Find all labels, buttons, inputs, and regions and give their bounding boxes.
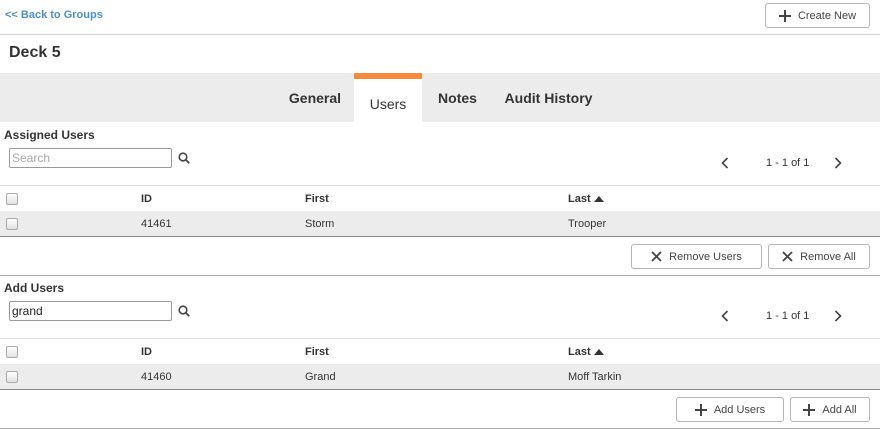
table-row[interactable]: 41460 Grand Moff Tarkin bbox=[0, 364, 880, 390]
add-all-button[interactable]: Add All bbox=[790, 397, 870, 422]
assigned-users-pager-text: 1 - 1 of 1 bbox=[766, 157, 810, 169]
assigned-users-table-header: ID First Last bbox=[0, 185, 880, 211]
row-checkbox[interactable] bbox=[6, 371, 18, 383]
tab-general-label: General bbox=[288, 89, 342, 106]
remove-all-label: Remove All bbox=[800, 250, 856, 263]
chevron-right-icon[interactable] bbox=[834, 310, 842, 322]
assigned-users-search-input[interactable] bbox=[9, 148, 172, 168]
sort-ascending-icon bbox=[593, 349, 604, 355]
column-header-last[interactable]: Last bbox=[568, 186, 604, 212]
column-header-last-label: Last bbox=[568, 193, 591, 205]
cell-last: Trooper bbox=[568, 218, 607, 230]
tab-users-label: Users bbox=[369, 95, 407, 112]
create-new-label: Create New bbox=[797, 9, 857, 22]
assigned-users-title: Assigned Users bbox=[4, 128, 95, 142]
back-to-groups-link[interactable]: << Back to Groups bbox=[5, 9, 103, 21]
sort-ascending-icon bbox=[593, 196, 604, 202]
page-title: Deck 5 bbox=[9, 44, 61, 61]
column-header-id[interactable]: ID bbox=[141, 186, 152, 212]
table-row[interactable]: 41461 Storm Trooper bbox=[0, 211, 880, 237]
create-new-button[interactable]: Create New bbox=[765, 3, 870, 28]
column-header-first[interactable]: First bbox=[305, 186, 329, 212]
add-users-search-input[interactable] bbox=[9, 301, 172, 321]
close-icon bbox=[782, 251, 793, 262]
column-header-last-label: Last bbox=[568, 346, 591, 358]
plus-icon bbox=[778, 9, 791, 22]
cell-first: Storm bbox=[305, 218, 335, 230]
tab-notes[interactable]: Notes bbox=[430, 73, 485, 122]
select-all-checkbox[interactable] bbox=[6, 346, 18, 358]
search-icon[interactable] bbox=[178, 305, 190, 317]
cell-first: Grand bbox=[305, 371, 336, 383]
column-header-last[interactable]: Last bbox=[568, 339, 604, 365]
tab-notes-label: Notes bbox=[438, 89, 477, 106]
plus-icon bbox=[803, 403, 816, 416]
add-users-table-header: ID First Last bbox=[0, 338, 880, 364]
row-checkbox[interactable] bbox=[6, 218, 18, 230]
search-icon[interactable] bbox=[178, 152, 190, 164]
plus-icon bbox=[694, 403, 707, 416]
close-icon bbox=[651, 251, 662, 262]
column-header-first[interactable]: First bbox=[305, 339, 329, 365]
add-users-title: Add Users bbox=[4, 281, 65, 295]
chevron-left-icon[interactable] bbox=[721, 310, 729, 322]
tab-audit-history[interactable]: Audit History bbox=[500, 73, 597, 122]
tab-general[interactable]: General bbox=[280, 73, 350, 122]
add-users-label: Add Users bbox=[713, 403, 766, 416]
cell-last: Moff Tarkin bbox=[568, 371, 622, 383]
remove-users-label: Remove Users bbox=[669, 250, 742, 263]
cell-id: 41460 bbox=[141, 371, 172, 383]
chevron-right-icon[interactable] bbox=[834, 157, 842, 169]
section-divider bbox=[0, 275, 880, 276]
remove-all-button[interactable]: Remove All bbox=[768, 244, 870, 269]
column-header-id[interactable]: ID bbox=[141, 339, 152, 365]
tab-users[interactable]: Users bbox=[354, 73, 422, 122]
add-all-label: Add All bbox=[822, 403, 857, 416]
chevron-left-icon[interactable] bbox=[721, 157, 729, 169]
add-users-button[interactable]: Add Users bbox=[676, 397, 784, 422]
cell-id: 41461 bbox=[141, 218, 172, 230]
header-divider bbox=[0, 34, 880, 35]
add-users-pager-text: 1 - 1 of 1 bbox=[766, 310, 810, 322]
remove-users-button[interactable]: Remove Users bbox=[631, 244, 762, 269]
tab-audit-history-label: Audit History bbox=[504, 89, 593, 106]
tab-bar: General Users Notes Audit History bbox=[0, 73, 880, 122]
select-all-checkbox[interactable] bbox=[6, 193, 18, 205]
